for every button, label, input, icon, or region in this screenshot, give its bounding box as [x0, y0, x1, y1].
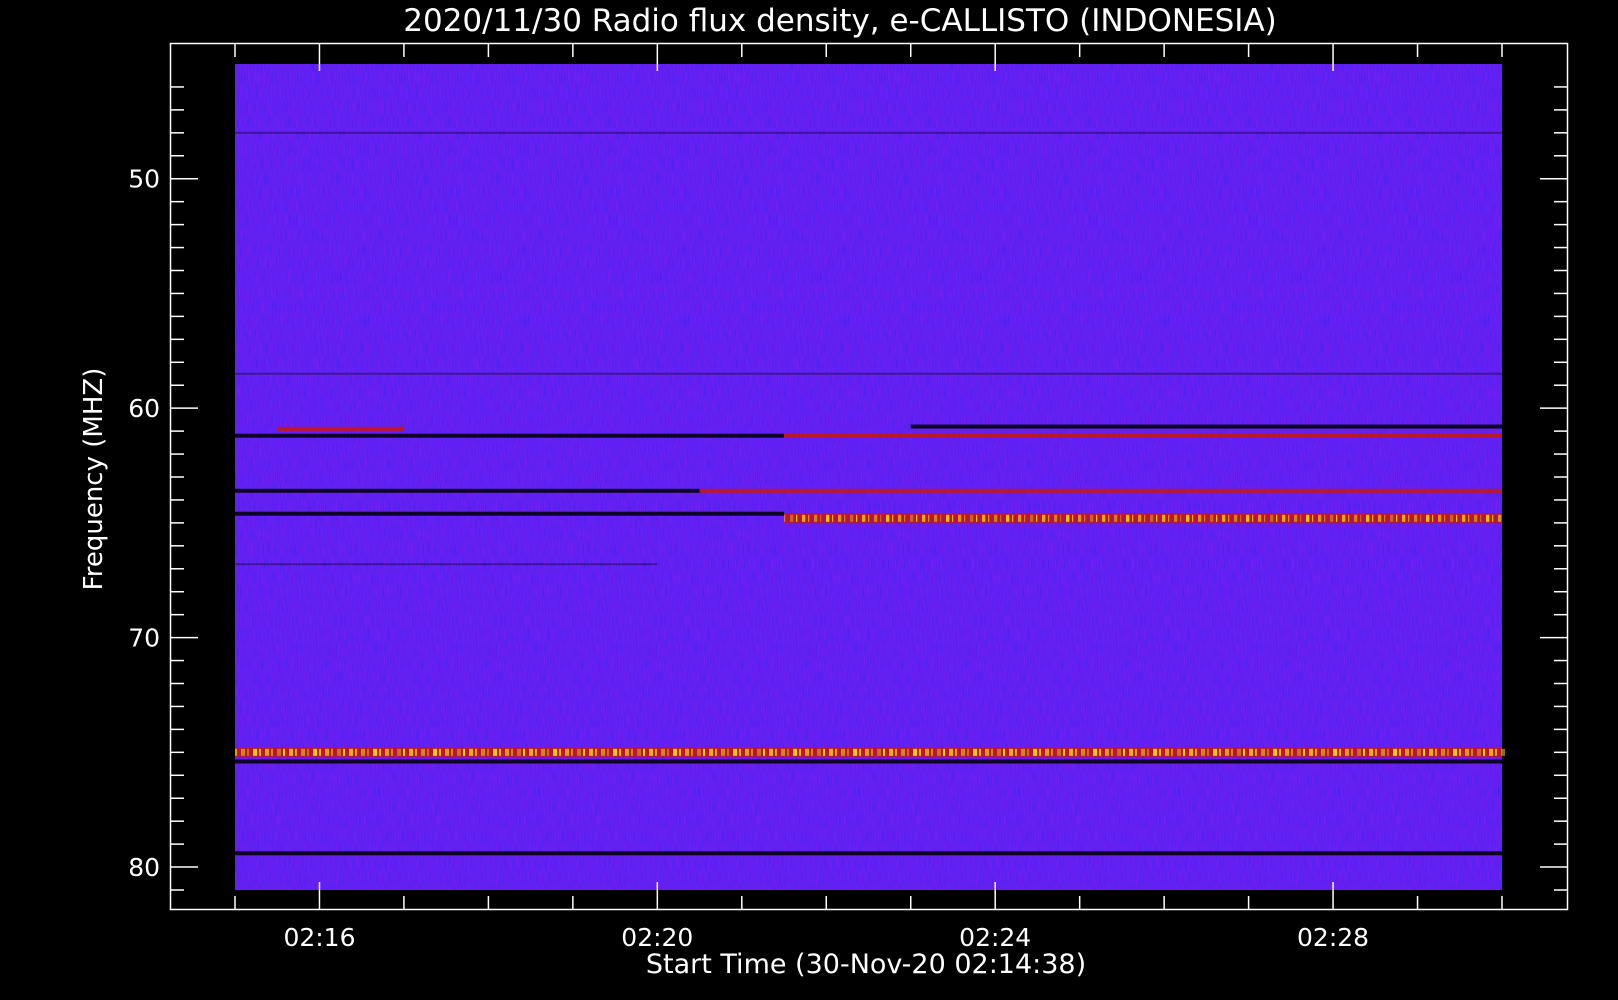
band-10 [235, 563, 658, 566]
chart-title: 2020/11/30 Radio flux density, e-CALLIST… [403, 3, 1277, 39]
x-tick-label: 02:16 [283, 923, 355, 952]
band-5 [784, 433, 1502, 438]
spectrogram-image [235, 64, 1502, 890]
band-12 [235, 759, 1502, 764]
y-tick-label: 70 [128, 624, 160, 653]
band-13 [235, 851, 1502, 856]
band-0 [235, 131, 1502, 134]
x-axis-label: Start Time (30-Nov-20 02:14:38) [646, 949, 1086, 980]
spectrogram-noise [235, 64, 1502, 890]
band-7 [699, 488, 1502, 493]
band-2 [277, 426, 404, 431]
y-tick-label: 80 [128, 853, 160, 882]
x-tick-label: 02:28 [1297, 923, 1369, 952]
band-4 [910, 424, 1502, 429]
band-6 [235, 488, 700, 493]
band-1 [235, 372, 1502, 375]
y-tick-label: 60 [128, 394, 160, 423]
x-tick-label: 02:24 [959, 923, 1031, 952]
spectrogram-chart: 2020/11/30 Radio flux density, e-CALLIST… [79, 3, 1569, 980]
y-axis-label: Frequency (MHZ) [79, 368, 109, 591]
x-tick-label: 02:20 [621, 923, 693, 952]
band-9-glow [784, 513, 1502, 523]
band-3 [235, 433, 785, 438]
band-8 [235, 511, 785, 516]
y-tick-label: 50 [128, 165, 160, 194]
